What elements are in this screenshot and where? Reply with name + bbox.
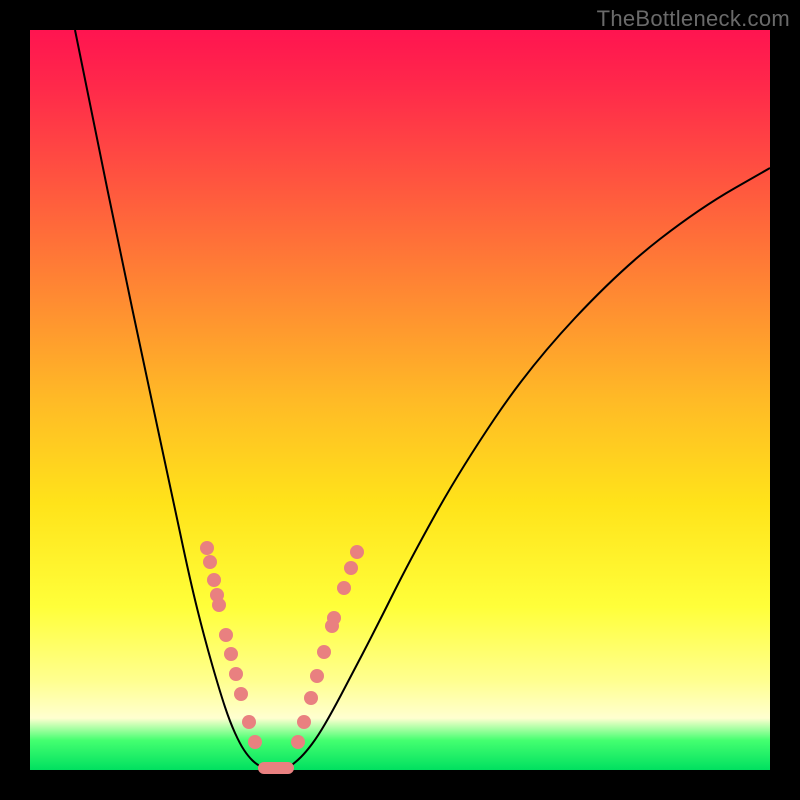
- watermark-text: TheBottleneck.com: [597, 6, 790, 32]
- data-dot: [229, 667, 243, 681]
- data-dot: [219, 628, 233, 642]
- data-dot: [344, 561, 358, 575]
- data-dot: [248, 735, 262, 749]
- data-dot: [203, 555, 217, 569]
- data-dot: [207, 573, 221, 587]
- data-dot: [234, 687, 248, 701]
- data-dot: [242, 715, 256, 729]
- data-dot: [350, 545, 364, 559]
- data-dot: [200, 541, 214, 555]
- data-dot: [310, 669, 324, 683]
- data-dot: [212, 598, 226, 612]
- bottleneck-curve-right: [288, 168, 770, 768]
- data-dot: [297, 715, 311, 729]
- data-dot: [291, 735, 305, 749]
- data-dot: [224, 647, 238, 661]
- data-dot: [317, 645, 331, 659]
- data-dot: [304, 691, 318, 705]
- chart-overlay: [30, 30, 770, 770]
- data-dots-left: [200, 541, 262, 749]
- data-dot: [327, 611, 341, 625]
- data-dot: [337, 581, 351, 595]
